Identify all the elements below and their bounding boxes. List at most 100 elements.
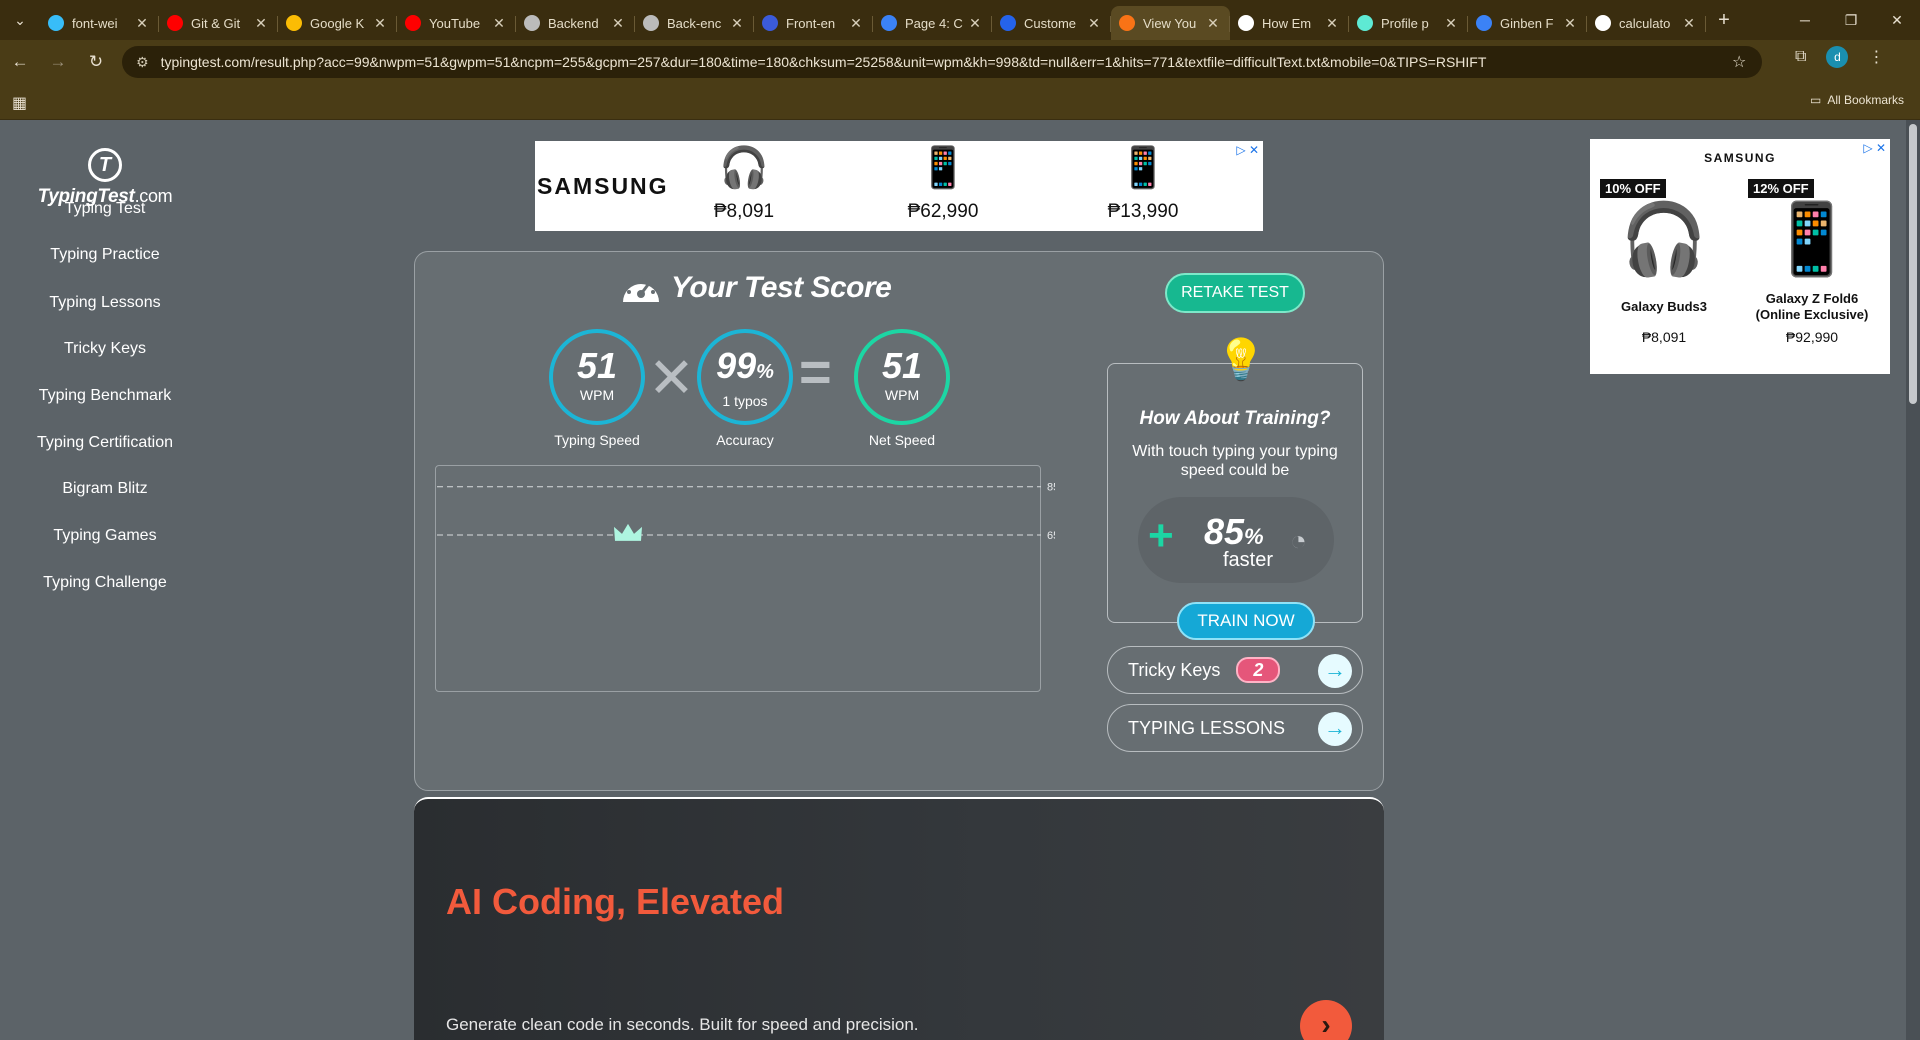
restore-button[interactable]: ❐ [1828,12,1874,29]
close-tab-icon[interactable]: ✕ [252,15,270,32]
ai-ad-arrow-button[interactable]: › [1300,1000,1352,1040]
phone-icon: 📱 [1118,146,1168,190]
browser-tab[interactable]: Ginben F ✕ [1468,6,1587,40]
plus-icon: + [1148,511,1174,560]
browser-tab[interactable]: Back-enc ✕ [635,6,754,40]
browser-tab[interactable]: Profile p ✕ [1349,6,1468,40]
browser-tab[interactable]: Page 4: C ✕ [873,6,992,40]
sidebar-item[interactable]: Typing Lessons [0,294,210,312]
browser-tab[interactable]: font-wei ✕ [40,6,159,40]
all-bookmarks-button[interactable]: ▭ All Bookmarks [1810,93,1904,107]
training-title: How About Training? [1139,408,1331,429]
close-tab-icon[interactable]: ✕ [847,15,865,32]
discount-badge: 12% OFF [1748,179,1814,198]
close-tab-icon[interactable]: ✕ [966,15,984,32]
youtube-icon [405,15,421,31]
ad-product[interactable]: 📱 ₱62,990 [883,143,1003,223]
scrollbar-thumb[interactable] [1909,124,1917,404]
browser-tab[interactable]: How Em ✕ [1230,6,1349,40]
typing-lessons-link[interactable]: TYPING LESSONS → [1107,704,1363,752]
all-bookmarks-label: All Bookmarks [1827,93,1904,107]
youtube-icon [167,15,183,31]
close-tab-icon[interactable]: ✕ [371,15,389,32]
close-tab-icon[interactable]: ✕ [1680,15,1698,32]
product-price: ₱92,990 [1785,329,1839,345]
address-bar[interactable]: ⚙ typingtest.com/result.php?acc=99&nwpm=… [122,46,1762,78]
close-tab-icon[interactable]: ✕ [1323,15,1341,32]
site-icon [1000,15,1016,31]
y-tick-label: 65 [1047,530,1055,542]
bookmark-star-icon[interactable]: ☆ [1732,52,1762,72]
close-tab-icon[interactable]: ✕ [490,15,508,32]
extensions-icon[interactable]: ⧉ [1795,48,1806,66]
close-tab-icon[interactable]: ✕ [1085,15,1103,32]
sidebar-item[interactable]: Bigram Blitz [0,480,210,498]
ai-coding-ad[interactable]: AI Coding, Elevated Generate clean code … [414,797,1384,1040]
sidebar-item[interactable]: Typing Certification [0,434,210,452]
ad-choices-icon[interactable]: ▷ ✕ [1863,141,1886,155]
tab-search-dropdown[interactable]: ⌄ [0,0,40,40]
ad-product[interactable]: 🎧 ₱8,091 [684,143,804,223]
close-tab-icon[interactable]: ✕ [1442,15,1460,32]
close-tab-icon[interactable]: ✕ [728,15,746,32]
faster-pill: + 85% faster ◔ [1138,497,1334,583]
sidebar-item[interactable]: Typing Challenge [0,574,210,592]
samsung-banner-ad[interactable]: SAMSUNG 🎧 ₱8,091 📱 ₱62,990 📱 ₱13,990 ▷ ✕ [535,141,1263,231]
apps-grid-icon[interactable]: ▦ [12,93,27,113]
retake-test-button[interactable]: RETAKE TEST [1165,273,1305,313]
sidebar-item[interactable]: Tricky Keys [0,340,210,358]
site-info-icon[interactable]: ⚙ [136,54,149,71]
reload-button[interactable]: ↻ [78,44,114,80]
site-logo[interactable]: T TypingTest.com [34,148,176,208]
browser-tab[interactable]: View You ✕ [1111,6,1230,40]
tab-title: Page 4: C [905,15,963,31]
site-icon [762,15,778,31]
browser-tab[interactable]: YouTube ✕ [397,6,516,40]
close-tab-icon[interactable]: ✕ [609,15,627,32]
url-text[interactable]: typingtest.com/result.php?acc=99&nwpm=51… [161,54,1732,70]
window-controls: ─ ❐ ✕ [1782,12,1920,29]
tab-title: Ginben F [1500,15,1554,31]
close-tab-icon[interactable]: ✕ [1561,15,1579,32]
ad-product[interactable]: 12% OFF 📱 Galaxy Z Fold6 (Online Exclusi… [1742,179,1882,345]
ad-product[interactable]: 10% OFF 🎧 Galaxy Buds3 ₱8,091 [1594,179,1734,345]
close-tab-icon[interactable]: ✕ [133,15,151,32]
tab-bar: ⌄ font-wei ✕ Git & Git ✕ Google K ✕ YouTube ✕ Ba… [0,0,1920,40]
faster-percent-suffix: % [1244,524,1264,549]
ad-choices-icon[interactable]: ▷ ✕ [1236,143,1259,157]
page-scrollbar[interactable] [1906,120,1920,1040]
site-icon [1238,15,1254,31]
browser-tab[interactable]: Custome ✕ [992,6,1111,40]
logo-mark-icon: T [88,148,122,182]
sidebar-item[interactable]: Typing Benchmark [0,387,210,405]
browser-tab[interactable]: Git & Git ✕ [159,6,278,40]
tailwind-icon [48,15,64,31]
tricky-keys-link[interactable]: Tricky Keys 2 → [1107,646,1363,694]
messenger-icon [1476,15,1492,31]
browser-tab[interactable]: Backend ✕ [516,6,635,40]
samsung-side-ad[interactable]: SAMSUNG ▷ ✕ 10% OFF 🎧 Galaxy Buds3 ₱8,09… [1590,139,1890,374]
tab-title: font-wei [72,15,118,31]
ad-product[interactable]: 📱 ₱13,990 [1083,143,1203,223]
browser-tab[interactable]: calculato ✕ [1587,6,1706,40]
close-tab-icon[interactable]: ✕ [1204,15,1222,32]
profile-avatar[interactable]: d [1826,46,1849,68]
tricky-keys-label: Tricky Keys [1128,659,1221,680]
arrow-right-icon[interactable]: → [1318,654,1352,688]
google-icon [1595,15,1611,31]
sidebar-item[interactable]: Typing Test [0,200,210,218]
browser-tab[interactable]: Google K ✕ [278,6,397,40]
browser-tab[interactable]: Front-en ✕ [754,6,873,40]
sidebar-item[interactable]: Typing Practice [0,246,210,264]
sidebar-item[interactable]: Typing Games [0,527,210,545]
train-now-button[interactable]: TRAIN NOW [1177,602,1315,640]
back-button[interactable]: ← [2,44,38,80]
keep-icon [286,15,302,31]
arrow-right-icon[interactable]: → [1318,712,1352,746]
close-window-button[interactable]: ✕ [1874,12,1920,29]
forward-button[interactable]: → [40,44,76,80]
nav-bar: ← → ↻ ⚙ typingtest.com/result.php?acc=99… [0,40,1920,84]
menu-icon[interactable]: ⋮ [1868,47,1884,67]
new-tab-button[interactable]: + [1706,9,1742,32]
minimize-button[interactable]: ─ [1782,12,1828,29]
